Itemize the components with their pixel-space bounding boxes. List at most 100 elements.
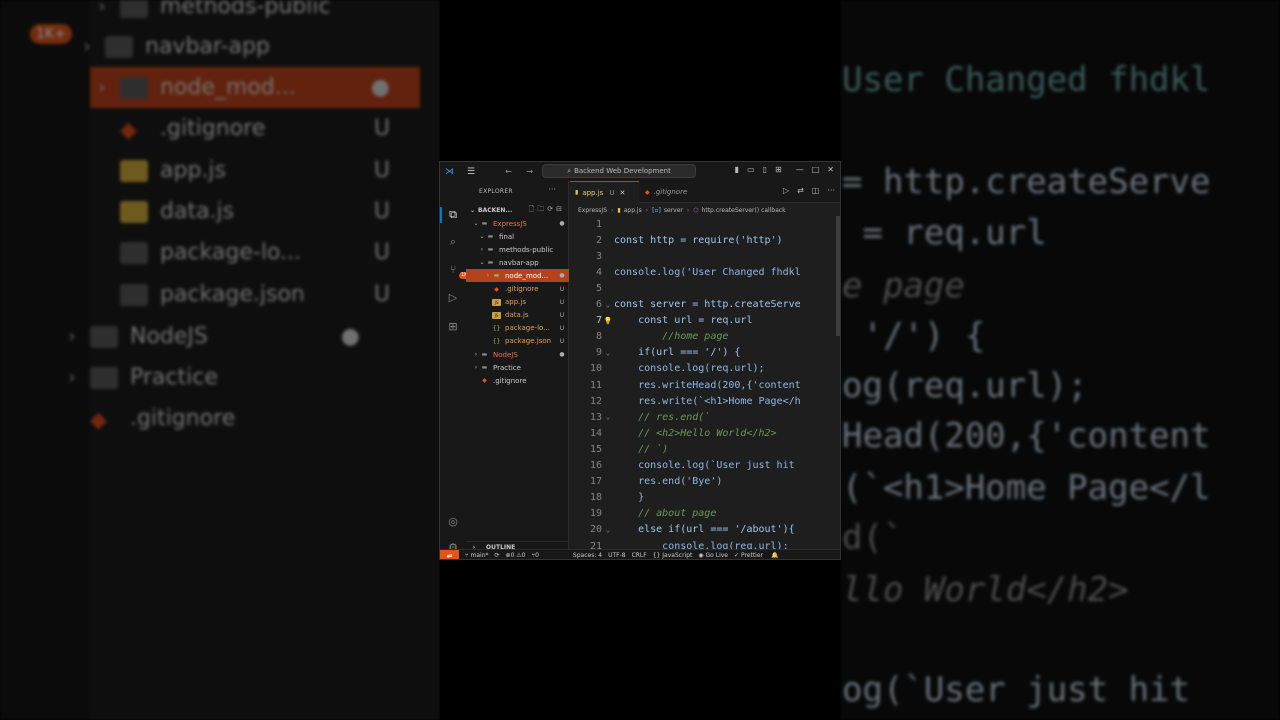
workspace-root[interactable]: ⌄ BACKEN... 🗋🗀⟳⊟ xyxy=(470,205,569,216)
more-actions-icon[interactable]: ··· xyxy=(827,186,835,195)
breadcrumb-item[interactable]: ExpressJS xyxy=(578,207,607,214)
tree-item-label: navbar-app xyxy=(499,258,539,267)
toggle-secondary-sidebar-icon[interactable]: ▯ xyxy=(763,165,767,174)
editor-scrollbar[interactable] xyxy=(836,216,840,336)
source-control-icon[interactable]: ⑂ 1K xyxy=(446,263,470,279)
tree-item[interactable]: ⌄ ▬ ExpressJS ● xyxy=(466,217,569,230)
maximize-icon[interactable]: □ xyxy=(812,165,820,174)
code-line[interactable]: 5 xyxy=(570,280,840,296)
layout-icon[interactable]: ⊞ xyxy=(775,165,782,174)
tree-item-label: node_mod... xyxy=(505,271,549,280)
code-line[interactable]: 11 res.writeHead(200,{'content xyxy=(570,377,840,393)
explorer-toolbar[interactable]: 🗋🗀⟳⊟ xyxy=(529,205,565,216)
code-line[interactable]: 7 💡 const url = req.url xyxy=(570,313,840,329)
tree-item[interactable]: JS data.js U xyxy=(466,309,569,322)
encoding-indicator[interactable]: UTF-8 xyxy=(608,552,626,559)
tree-item[interactable]: ◆ .gitignore U xyxy=(466,283,569,296)
code-line[interactable]: 13 ⌄ // res.end(` xyxy=(570,409,840,425)
code-line[interactable]: 12 res.write(`<h1>Home Page</h xyxy=(570,393,840,409)
code-line[interactable]: 19 // about page xyxy=(570,506,840,522)
breadcrumb-item[interactable]: app.js xyxy=(624,207,642,214)
tree-item[interactable]: › ▬ methods-public xyxy=(466,243,569,256)
tab-app-js[interactable]: ▮ app.js U ✕ xyxy=(570,181,639,203)
fold-chevron-icon[interactable]: ⌄ xyxy=(602,349,614,357)
tree-item[interactable]: ⌄ ▬ navbar-app xyxy=(466,256,569,269)
close-tab-icon[interactable]: ✕ xyxy=(619,189,625,197)
run-icon[interactable]: ▷ xyxy=(783,186,789,195)
code-line[interactable]: 1 xyxy=(570,216,840,232)
background-tree-row: ◆ .gitignore U xyxy=(90,108,420,149)
go-live-button[interactable]: ◉ Go Live xyxy=(698,552,728,559)
code-line[interactable]: 21 console.log(req.url); xyxy=(570,538,840,550)
file-icon xyxy=(90,325,118,348)
code-text: // about page xyxy=(614,508,717,520)
tree-item[interactable]: {} package-lo... U xyxy=(466,322,569,335)
tree-item[interactable]: › ▬ NodeJS ● xyxy=(466,348,569,361)
ports-indicator[interactable]: ⑂0 xyxy=(532,552,539,559)
account-icon[interactable]: ◎ xyxy=(446,515,460,529)
remote-indicator-icon[interactable]: ⇌ xyxy=(440,549,459,559)
background-row-status: U xyxy=(373,199,390,224)
code-line[interactable]: 14 // <h2>Hello World</h2> xyxy=(570,425,840,441)
function-icon: ⬡ xyxy=(693,206,699,214)
tree-item[interactable]: › ▬ Practice xyxy=(466,361,569,374)
line-number: 21 xyxy=(589,540,602,550)
background-row-status: ● xyxy=(340,324,360,349)
code-line[interactable]: 3 xyxy=(570,248,840,264)
code-line[interactable]: 16 console.log(`User just hit xyxy=(570,458,840,474)
prettier-indicator[interactable]: ✓ Prettier xyxy=(734,552,763,559)
fold-chevron-icon[interactable]: ⌄ xyxy=(602,413,614,421)
extensions-icon[interactable]: ⊞ xyxy=(446,320,460,334)
lightbulb-icon[interactable]: 💡 xyxy=(602,317,614,325)
breadcrumb-item[interactable]: server xyxy=(664,207,683,214)
breadcrumb-item[interactable]: http.createServer() callback xyxy=(702,207,786,214)
tree-item[interactable]: {} package.json U xyxy=(466,335,569,348)
code-line[interactable]: 8 //home page xyxy=(570,329,840,345)
close-icon[interactable]: ✕ xyxy=(827,165,834,174)
code-line[interactable]: 4 console.log('User Changed fhdkl xyxy=(570,264,840,280)
files-icon[interactable]: ⧉ xyxy=(446,208,460,222)
run-debug-icon[interactable]: ▷ xyxy=(446,291,460,305)
more-actions-icon[interactable]: ··· xyxy=(548,185,556,194)
code-line[interactable]: 10 console.log(req.url); xyxy=(570,361,840,377)
code-line[interactable]: 9 ⌄ if(url === '/') { xyxy=(570,345,840,361)
background-row-label: methods-public xyxy=(160,0,331,19)
toggle-sidebar-icon[interactable]: ▮ xyxy=(735,165,739,174)
code-line[interactable]: 17 res.end('Bye') xyxy=(570,474,840,490)
code-line[interactable]: 20 ⌄ else if(url === '/about'){ xyxy=(570,522,840,538)
nav-arrows[interactable]: ← → xyxy=(505,167,539,176)
folder-icon: ▬ xyxy=(481,364,488,372)
branch-label: main* xyxy=(470,552,489,559)
problems-indicator[interactable]: ⊗0 ⚠0 xyxy=(506,552,526,559)
line-number: 16 xyxy=(589,460,602,471)
git-branch[interactable]: ⑂ main* xyxy=(465,552,489,559)
tree-item[interactable]: ⌄ ▬ final xyxy=(466,230,569,243)
code-editor[interactable]: 1 2 const http = require('http') 3 4 console.… xyxy=(570,216,840,550)
code-line[interactable]: 2 const http = require('http') xyxy=(570,232,840,248)
split-editor-icon[interactable]: ◫ xyxy=(812,186,820,195)
code-line[interactable]: 15 // `) xyxy=(570,441,840,457)
tree-item[interactable]: ◆ .gitignore xyxy=(466,374,569,387)
fold-chevron-icon[interactable]: ⌄ xyxy=(602,526,614,534)
compare-icon[interactable]: ⇄ xyxy=(797,186,804,195)
indentation-indicator[interactable]: Spaces: 4 xyxy=(573,552,602,559)
notifications-bell-icon[interactable]: 🔔 xyxy=(771,552,778,559)
hamburger-icon[interactable]: ☰ xyxy=(467,167,475,177)
code-line[interactable]: 18 } xyxy=(570,490,840,506)
tree-item[interactable]: › ▬ node_mod... ● xyxy=(466,269,569,283)
background-explorer-zoom: › methods-public › navbar-app › node_mod... ● ◆… xyxy=(0,0,440,720)
line-number: 18 xyxy=(589,492,602,504)
sync-icon[interactable]: ⟳ xyxy=(495,552,500,559)
search-icon[interactable]: ⌕ xyxy=(446,235,460,249)
code-line[interactable]: 6 ⌄ const server = http.createServe xyxy=(570,297,840,313)
background-row-label: app.js xyxy=(160,158,226,183)
tree-item[interactable]: JS app.js U xyxy=(466,296,569,309)
minimize-icon[interactable]: — xyxy=(796,165,804,174)
toggle-panel-icon[interactable]: ▭ xyxy=(747,165,755,174)
tab-gitignore[interactable]: ◆ .gitignore xyxy=(640,181,710,203)
eol-indicator[interactable]: CRLF xyxy=(632,552,647,559)
language-mode[interactable]: {} JavaScript xyxy=(653,552,693,559)
explorer-title: EXPLORER xyxy=(479,188,513,195)
command-center-search[interactable]: ⌕ Backend Web Development xyxy=(542,164,696,178)
fold-chevron-icon[interactable]: ⌄ xyxy=(602,301,614,309)
